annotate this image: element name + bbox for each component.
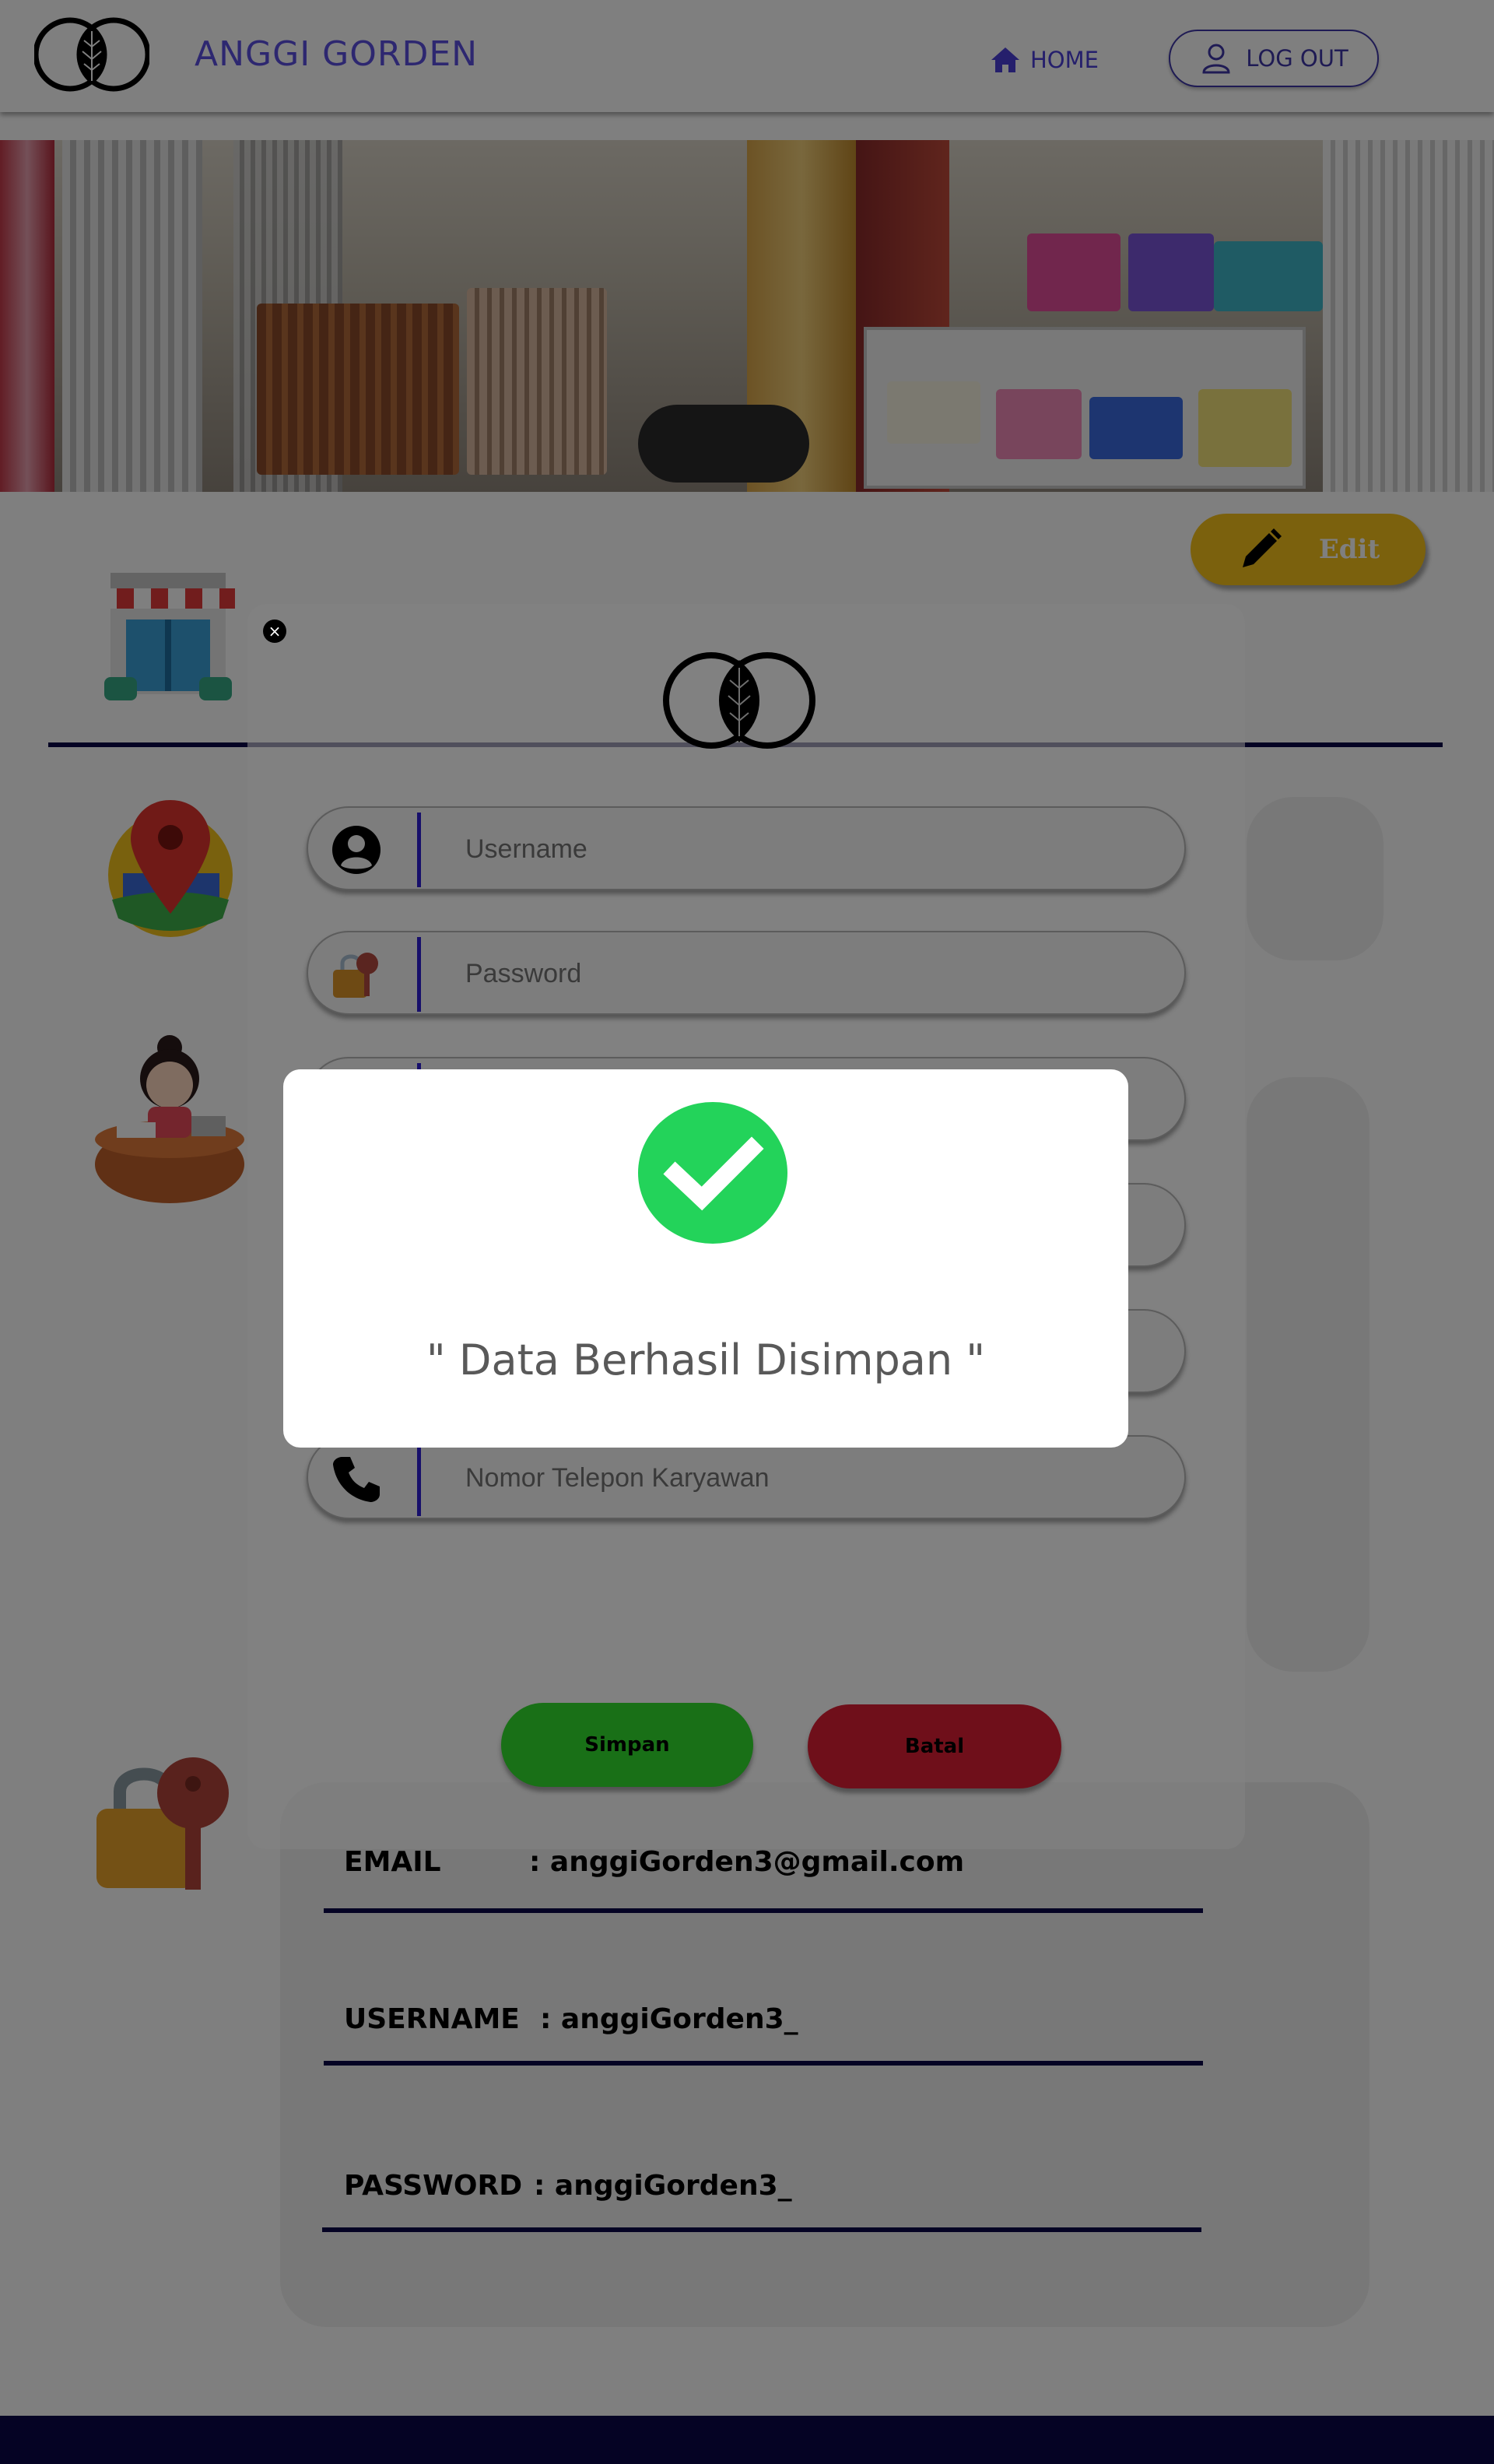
username-input[interactable] [464,823,1136,875]
leaf-logo-icon [663,652,815,749]
password-input[interactable] [464,948,1136,999]
success-dialog: " Data Berhasil Disimpan " [283,1069,1128,1448]
close-icon[interactable]: × [263,620,286,643]
field-separator [417,813,421,887]
password-field [307,931,1186,1015]
lock-key-icon [333,953,378,998]
cancel-button[interactable]: Batal [808,1704,1061,1788]
phone-input[interactable] [464,1452,1136,1504]
success-check-icon [638,1102,787,1244]
user-circle-icon [332,826,381,874]
field-separator [417,937,421,1012]
phone-icon [333,1457,380,1502]
success-message: " Data Berhasil Disimpan " [426,1336,986,1385]
field-separator [417,1441,421,1516]
save-button[interactable]: Simpan [501,1703,753,1787]
phone-field [307,1435,1186,1519]
username-field [307,806,1186,890]
